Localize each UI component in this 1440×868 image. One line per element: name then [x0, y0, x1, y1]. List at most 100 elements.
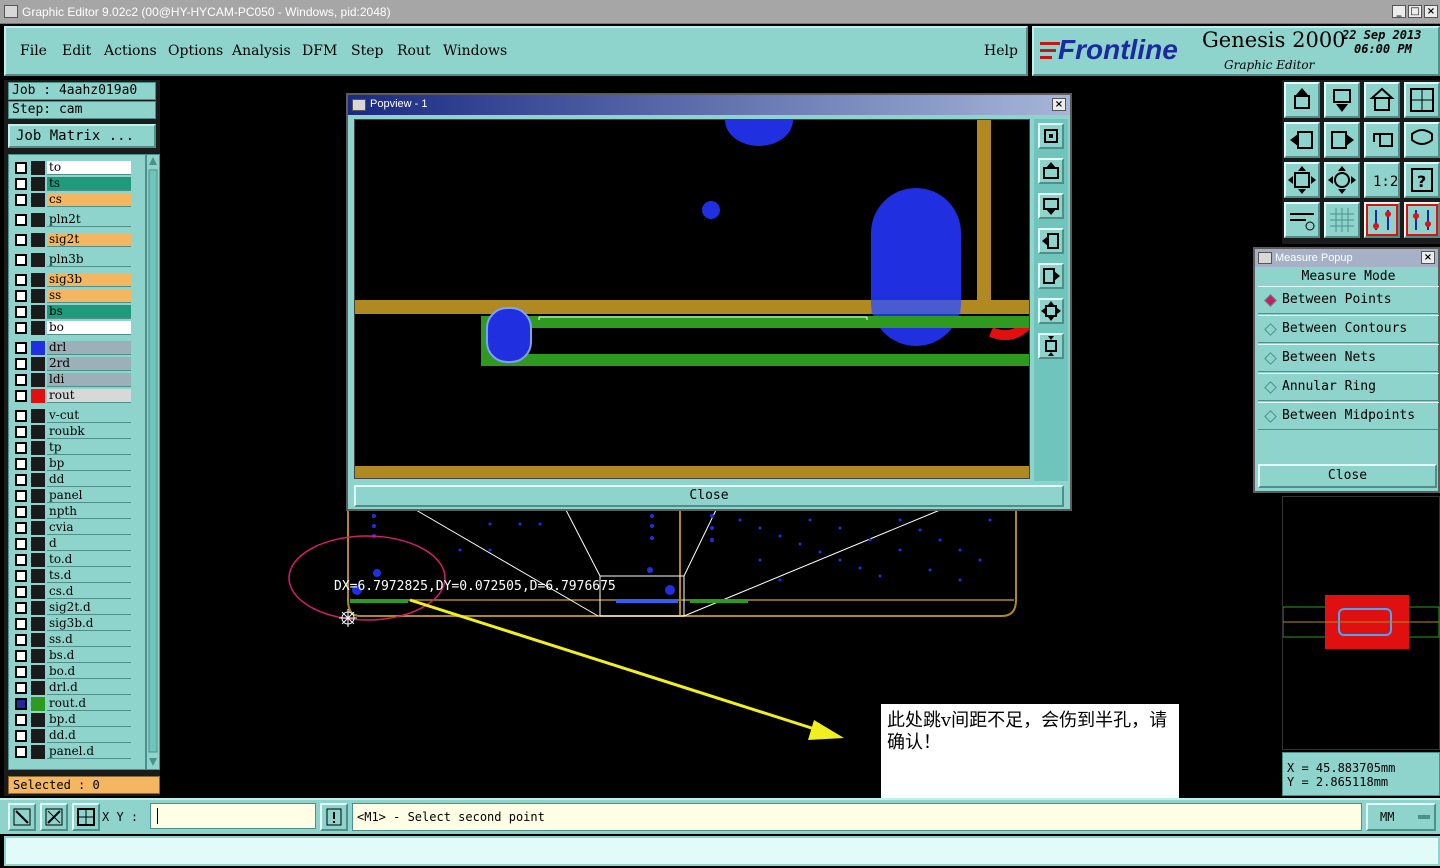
menu-analysis[interactable]: Analysis — [232, 43, 291, 59]
layer-row[interactable]: dd.d — [12, 729, 132, 743]
layer-checkbox[interactable] — [15, 586, 27, 598]
measure-mode-option[interactable]: Between Midpoints — [1258, 402, 1439, 430]
layer-name[interactable]: npth — [47, 505, 131, 519]
layer-checkbox[interactable] — [15, 162, 27, 174]
menu-options[interactable]: Options — [168, 43, 223, 59]
layer-name[interactable]: rout — [47, 389, 131, 403]
pan-right-icon[interactable] — [1324, 122, 1360, 158]
zoom-center-icon[interactable] — [1324, 162, 1360, 198]
layer-row[interactable]: bo — [12, 321, 132, 335]
home-icon[interactable] — [1364, 82, 1400, 118]
layer-row[interactable]: bp — [12, 457, 132, 471]
layer-checkbox[interactable] — [15, 490, 27, 502]
pop-pan-left-icon[interactable] — [1038, 228, 1064, 254]
popview-close-button[interactable]: Close — [354, 485, 1064, 507]
pop-pan-up-icon[interactable] — [1038, 158, 1064, 184]
measure-close-icon[interactable]: × — [1421, 251, 1435, 264]
menu-help[interactable]: Help — [984, 43, 1018, 59]
layer-row[interactable]: sig3b — [12, 273, 132, 287]
layer-name[interactable]: sig3b — [47, 273, 131, 287]
menu-dfm[interactable]: DFM — [302, 43, 337, 59]
layer-checkbox[interactable] — [15, 234, 27, 246]
layer-checkbox[interactable] — [15, 458, 27, 470]
measure-mode-option[interactable]: Between Nets — [1258, 344, 1439, 372]
layer-scrollbar[interactable] — [146, 154, 160, 770]
layer-row[interactable]: rout — [12, 389, 132, 403]
measure-mode-option[interactable]: Between Points — [1258, 286, 1439, 314]
layer-row[interactable]: npth — [12, 505, 132, 519]
layer-name[interactable]: v-cut — [47, 409, 131, 423]
zoom-home-icon[interactable] — [1284, 82, 1320, 118]
layer-name[interactable]: panel.d — [47, 745, 131, 759]
layer-row[interactable]: roubk — [12, 425, 132, 439]
layer-row[interactable]: sig3b.d — [12, 617, 132, 631]
layer-row[interactable]: ts.d — [12, 569, 132, 583]
layer-name[interactable]: panel — [47, 489, 131, 503]
layer-row[interactable]: ts — [12, 177, 132, 191]
layer-name[interactable]: sig2t — [47, 233, 131, 247]
layer-name[interactable]: pln3b — [47, 253, 131, 267]
layer-checkbox[interactable] — [15, 698, 27, 710]
snap-off-icon[interactable] — [40, 803, 68, 831]
help-icon[interactable]: ? — [1404, 162, 1440, 198]
layer-name[interactable]: drl — [47, 341, 131, 355]
layer-row[interactable]: to.d — [12, 553, 132, 567]
layer-checkbox[interactable] — [15, 538, 27, 550]
grid-snap-icon[interactable] — [72, 803, 100, 831]
layer-checkbox[interactable] — [15, 714, 27, 726]
fit-screen-icon[interactable] — [1284, 162, 1320, 198]
layer-checkbox[interactable] — [15, 274, 27, 286]
menu-actions[interactable]: Actions — [104, 43, 157, 59]
maximize-button[interactable]: □ — [1408, 5, 1422, 18]
measure-mode-option[interactable]: Between Contours — [1258, 315, 1439, 343]
layer-row[interactable]: ss — [12, 289, 132, 303]
pop-zoom-fit-icon[interactable] — [1038, 123, 1064, 149]
layer-name[interactable]: 2rd — [47, 357, 131, 371]
layer-name[interactable]: d — [47, 537, 131, 551]
layer-name[interactable]: to — [47, 161, 131, 175]
layer-checkbox[interactable] — [15, 194, 27, 206]
layer-name[interactable]: drl.d — [47, 681, 131, 695]
layer-checkbox[interactable] — [15, 682, 27, 694]
layer-row[interactable]: pln3b — [12, 253, 132, 267]
one-to-one-icon[interactable]: 1:2 — [1364, 162, 1400, 198]
layer-name[interactable]: bo — [47, 321, 131, 335]
layer-row[interactable]: cs — [12, 193, 132, 207]
redraw-icon[interactable] — [1404, 122, 1440, 158]
layer-checkbox[interactable] — [15, 410, 27, 422]
layer-row[interactable]: bo.d — [12, 665, 132, 679]
xy-input[interactable] — [150, 803, 316, 829]
layer-row[interactable]: sig2t — [12, 233, 132, 247]
unit-select[interactable]: MM — [1366, 803, 1436, 831]
layer-name[interactable]: ts.d — [47, 569, 131, 583]
layer-name[interactable]: tp — [47, 441, 131, 455]
layer-row[interactable]: v-cut — [12, 409, 132, 423]
layer-name[interactable]: ss — [47, 289, 131, 303]
overview-map[interactable] — [1282, 496, 1440, 750]
layer-name[interactable]: bo.d — [47, 665, 131, 679]
layer-checkbox[interactable] — [15, 746, 27, 758]
layer-name[interactable]: pln2t — [47, 213, 131, 227]
layer-row[interactable]: panel.d — [12, 745, 132, 759]
alert-icon[interactable] — [320, 803, 348, 831]
layer-name[interactable]: bp.d — [47, 713, 131, 727]
layer-checkbox[interactable] — [15, 650, 27, 662]
job-matrix-button[interactable]: Job Matrix ... — [8, 124, 156, 148]
minimize-button[interactable]: _ — [1392, 5, 1406, 18]
layer-name[interactable]: roubk — [47, 425, 131, 439]
menu-step[interactable]: Step — [351, 43, 383, 59]
measure-close-button[interactable]: Close — [1258, 464, 1437, 488]
layer-name[interactable]: cs.d — [47, 585, 131, 599]
zoom-in-box-icon[interactable] — [1324, 82, 1360, 118]
layer-checkbox[interactable] — [15, 342, 27, 354]
layer-row[interactable]: pln2t — [12, 213, 132, 227]
layer-checkbox[interactable] — [15, 634, 27, 646]
layer-name[interactable]: sig3b.d — [47, 617, 131, 631]
pop-zoom-out-icon[interactable] — [1038, 298, 1064, 324]
layer-row[interactable]: 2rd — [12, 357, 132, 371]
layer-row[interactable]: bp.d — [12, 713, 132, 727]
layer-checkbox[interactable] — [15, 322, 27, 334]
layer-name[interactable]: bs.d — [47, 649, 131, 663]
menu-edit[interactable]: Edit — [62, 43, 91, 59]
layer-row[interactable]: bs — [12, 305, 132, 319]
